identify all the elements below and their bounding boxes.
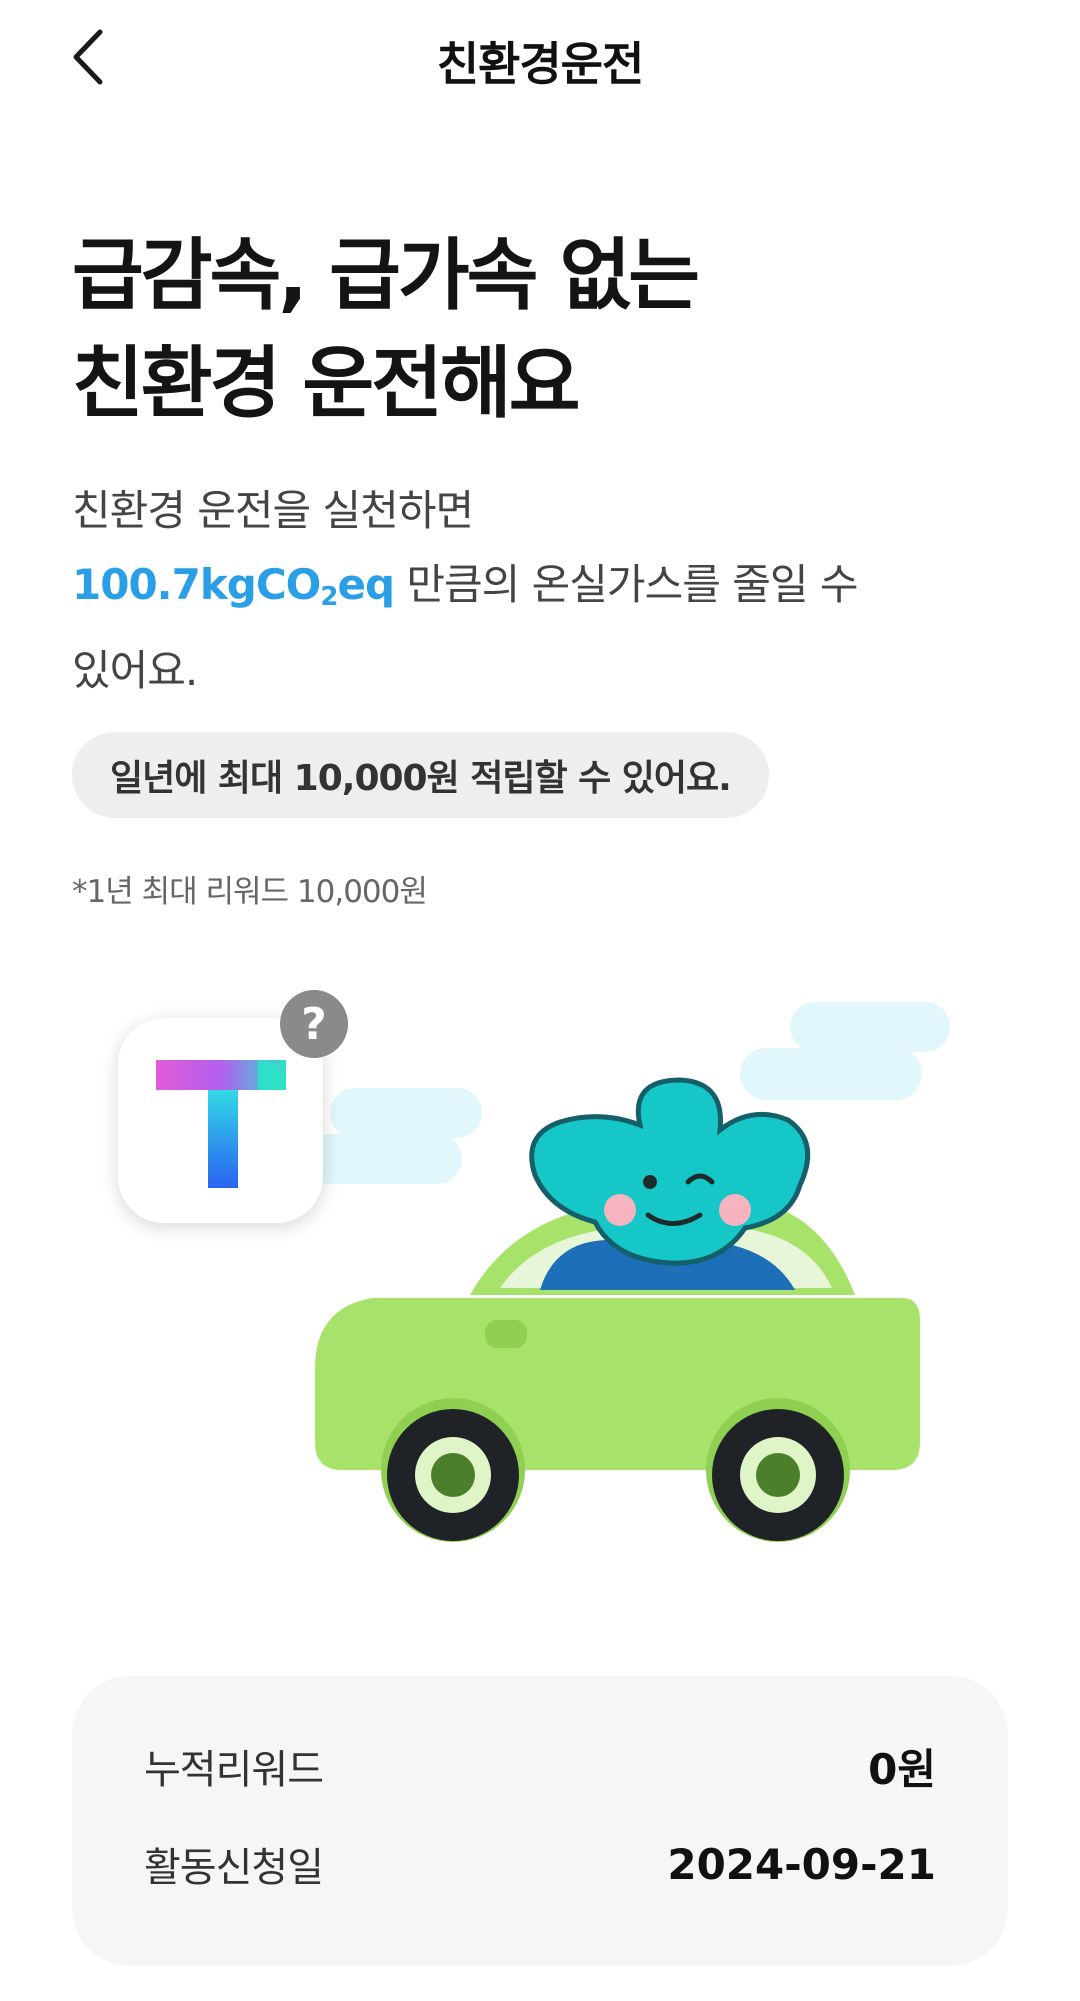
wheel-front (381, 1398, 525, 1542)
application-date-label: 활동신청일 (144, 1845, 324, 1891)
reward-footnote: *1년 최대 리워드 10,000원 (72, 874, 428, 910)
illustration: ? (0, 960, 1080, 1600)
description-line-2: 100.7kgCO2eq 만큼의 온실가스를 줄일 수 (72, 548, 972, 634)
cloud-left (296, 1088, 482, 1184)
accumulated-reward-row: 누적리워드 0원 (144, 1736, 936, 1796)
help-badge[interactable]: ? (280, 990, 348, 1058)
cloud-right (740, 1002, 950, 1100)
description: 친환경 운전을 실천하면 100.7kgCO2eq 만큼의 온실가스를 줄일 수… (72, 474, 972, 708)
headline-line-1: 급감속, 급가속 없는 (72, 231, 700, 321)
top-bar: 친환경운전 (0, 0, 1080, 120)
page-title: 친환경운전 (436, 37, 645, 91)
description-line-2-rest: 만큼의 온실가스를 줄일 수 (394, 560, 858, 609)
application-date-row: 활동신청일 2024-09-21 (144, 1834, 936, 1894)
wheel-back (706, 1398, 850, 1542)
headline-line-2: 친환경 운전해요 (72, 339, 580, 429)
description-line-3: 있어요. (72, 646, 198, 695)
emission-highlight: 100.7kgCO2eq (72, 560, 395, 612)
eco-driving-page: 친환경운전 급감속, 급가속 없는 친환경 운전해요 친환경 운전을 실천하면 … (0, 0, 1080, 2001)
application-date-value: 2024-09-21 (667, 1839, 936, 1889)
description-line-1: 친환경 운전을 실천하면 (72, 486, 474, 535)
accumulated-reward-label: 누적리워드 (144, 1747, 324, 1793)
reward-info-pill: 일년에 최대 10,000원 적립할 수 있어요. (72, 732, 769, 818)
headline: 급감속, 급가속 없는 친환경 운전해요 (72, 222, 1012, 438)
accumulated-reward-value: 0원 (868, 1744, 936, 1794)
summary-card: 누적리워드 0원 활동신청일 2024-09-21 (72, 1676, 1008, 1966)
